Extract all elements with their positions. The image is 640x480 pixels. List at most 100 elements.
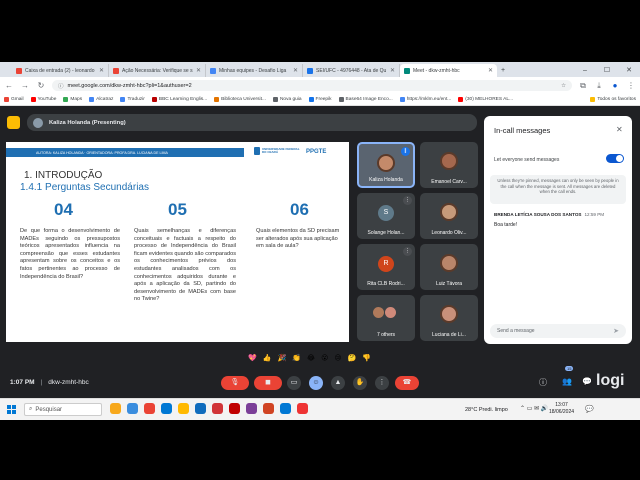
taskbar-app-icon[interactable] <box>229 403 240 414</box>
bookmark-link[interactable]: Base64 Image Enco... <box>338 97 393 102</box>
captions-button[interactable]: ▭ <box>287 376 301 390</box>
participant-name: Luciana de Li... <box>432 332 466 338</box>
reaction-emoji-button[interactable]: 👎 <box>362 354 371 362</box>
participant-tile[interactable]: Emanoel Carv... <box>420 142 478 188</box>
reaction-emoji-button[interactable]: 😂 <box>307 354 315 362</box>
allow-messages-toggle[interactable] <box>606 154 624 163</box>
screen: Caixa de entrada (2) - leonardo ✕ Ação Nec… <box>0 62 640 420</box>
close-tab-icon[interactable]: ✕ <box>488 67 493 74</box>
bookmark-link[interactable]: Traduzir <box>120 97 145 102</box>
tab-favicon-icon <box>404 67 410 74</box>
minimize-icon[interactable]: – <box>574 64 596 77</box>
close-chat-icon[interactable]: ✕ <box>616 125 623 134</box>
url-input[interactable]: ⓘ meet.google.com/dkw-zmht-hbc?pli=1&aut… <box>52 80 572 91</box>
browser-tab[interactable]: Caixa de entrada (2) - leonardo ✕ <box>12 64 109 77</box>
windows-taskbar: ⌕ Pesquisar 28°C Predi. limpo ⌃ ▭ ✉ 🔊 13… <box>0 398 640 420</box>
taskbar-app-icon[interactable] <box>144 403 155 414</box>
taskbar-app-icon[interactable] <box>263 403 274 414</box>
bookmark-link[interactable]: Nova guia <box>272 97 302 102</box>
participant-tile[interactable]: S Solange Holan... ⋮ <box>357 193 415 239</box>
new-tab-button[interactable]: + <box>497 64 509 77</box>
browser-tab[interactable]: Meet - dkw-zmht-hbc ✕ <box>400 64 497 77</box>
bookmark-link[interactable]: Maps <box>63 97 82 102</box>
close-window-icon[interactable]: ✕ <box>618 64 640 77</box>
bookmark-link[interactable]: Biblioteca Universit... <box>214 97 266 102</box>
raise-hand-button[interactable]: ✋ <box>353 376 367 390</box>
browser-tab[interactable]: Minhas equipes - Desafio Liga ✕ <box>206 64 303 77</box>
profile-avatar[interactable]: ● <box>610 81 620 90</box>
taskbar-app-icon[interactable] <box>212 403 223 414</box>
present-button[interactable]: ▲ <box>331 376 345 390</box>
participant-tile[interactable]: Luciana de Li... <box>420 295 478 341</box>
people-icon[interactable]: 👥 <box>562 377 572 386</box>
browser-tab[interactable]: SEI/UFC - 4976448 - Ata de Qu ✕ <box>303 64 400 77</box>
all-bookmarks-link[interactable]: Todos os favoritos <box>590 97 636 102</box>
participant-tile[interactable]: Leonardo Oliv... <box>420 193 478 239</box>
participant-video <box>377 154 395 172</box>
microphone-button[interactable]: 🎙 <box>221 376 249 390</box>
bookmark-link[interactable]: Freepik <box>308 97 332 102</box>
bookmark-favicon-icon <box>308 97 314 102</box>
bookmark-link[interactable]: Gmail <box>4 97 24 102</box>
more-options-button[interactable]: ⋮ <box>375 376 389 390</box>
reaction-emoji-button[interactable]: 👍 <box>263 354 272 362</box>
close-tab-icon[interactable]: ✕ <box>99 67 104 74</box>
notifications-icon[interactable]: 💬 <box>585 405 594 413</box>
meeting-info-icon[interactable]: ⓘ <box>539 377 547 388</box>
leave-call-button[interactable]: ☎ <box>395 376 419 390</box>
reaction-emoji-button[interactable]: 👏 <box>292 354 301 362</box>
reaction-emoji-button[interactable]: 😢 <box>334 354 341 362</box>
presenter-bar: Kaliza Holanda (Presenting) <box>27 114 477 131</box>
taskbar-app-icon[interactable] <box>178 403 189 414</box>
bookmark-link[interactable]: Alcatraz <box>89 97 113 102</box>
system-tray[interactable]: ⌃ ▭ ✉ 🔊 <box>520 405 548 412</box>
clock[interactable]: 13:07 18/06/2024 <box>549 402 574 416</box>
weather-widget[interactable]: 28°C Predi. limpo <box>465 407 508 413</box>
forward-icon[interactable]: → <box>20 81 30 90</box>
participant-tile[interactable]: R Rita CLB Rodri... ⋮ <box>357 244 415 290</box>
bookmark-link[interactable]: YouTube <box>30 97 56 102</box>
reaction-emoji-button[interactable]: 😮 <box>321 354 328 362</box>
site-info-icon[interactable]: ⓘ <box>58 82 64 90</box>
taskbar-app-icon[interactable] <box>161 403 172 414</box>
chat-icon[interactable]: 💬 <box>582 377 592 386</box>
participant-tile[interactable]: Luiz Távora <box>420 244 478 290</box>
taskbar-app-icon[interactable] <box>280 403 291 414</box>
close-tab-icon[interactable]: ✕ <box>196 67 201 74</box>
bookmark-link[interactable]: BBC Learning Englis... <box>151 97 207 102</box>
meet-controls-bar: 💖 👍 🎉 👏 😂 😮 😢 🤔 👎 1:07 PM | dkw-zmht-hbc 🎙 ◼ ▭ ☺… <box>10 354 625 390</box>
taskbar-search-input[interactable]: ⌕ Pesquisar <box>24 403 102 416</box>
taskbar-app-icon[interactable] <box>127 403 138 414</box>
browser-menu-icon[interactable]: ⋮ <box>626 81 636 90</box>
reaction-emoji-button[interactable]: 💖 <box>248 354 257 362</box>
back-icon[interactable]: ← <box>4 81 14 90</box>
camera-button[interactable]: ◼ <box>254 376 282 390</box>
bookmark-star-icon[interactable]: ☆ <box>561 83 566 89</box>
reactions-button[interactable]: ☺ <box>309 376 323 390</box>
participant-tile[interactable]: 7 others <box>357 295 415 341</box>
bookmark-link[interactable]: (30) MELHORES AL... <box>458 97 513 102</box>
chat-message-input[interactable]: Send a message ➤ <box>490 324 626 338</box>
windows-start-icon[interactable] <box>7 405 16 414</box>
participant-name: Leonardo Oliv... <box>431 230 467 236</box>
extensions-icon[interactable]: ⧉ <box>578 81 588 91</box>
maximize-icon[interactable]: ☐ <box>596 64 618 77</box>
reload-icon[interactable]: ↻ <box>36 81 46 90</box>
close-tab-icon[interactable]: ✕ <box>293 67 298 74</box>
download-icon[interactable]: ⤓ <box>594 81 604 91</box>
question-number: 04 <box>54 200 73 219</box>
taskbar-app-icon[interactable] <box>297 403 308 414</box>
taskbar-app-icon[interactable] <box>195 403 206 414</box>
bookmark-link[interactable]: https://mklm.eu/ent... <box>399 97 451 102</box>
reaction-emoji-button[interactable]: 🤔 <box>348 354 357 362</box>
send-icon[interactable]: ➤ <box>613 327 619 335</box>
browser-tab[interactable]: Ação Necessária: Verifique se s ✕ <box>109 64 206 77</box>
chat-panel: In-call messages ✕ Let everyone send mes… <box>484 116 632 344</box>
reaction-emoji-button[interactable]: 🎉 <box>277 354 286 362</box>
participant-tile[interactable]: Kaliza Holanda ∥ <box>357 142 415 188</box>
chat-message-header: BRENDA LETÍCIA SOUSA DOS SANTOS 12:59 PM <box>494 212 624 217</box>
meet-stage: Kaliza Holanda (Presenting) AUTORA: KALI… <box>0 106 640 398</box>
close-tab-icon[interactable]: ✕ <box>390 67 395 74</box>
taskbar-app-icon[interactable] <box>246 403 257 414</box>
taskbar-app-icon[interactable] <box>110 403 121 414</box>
